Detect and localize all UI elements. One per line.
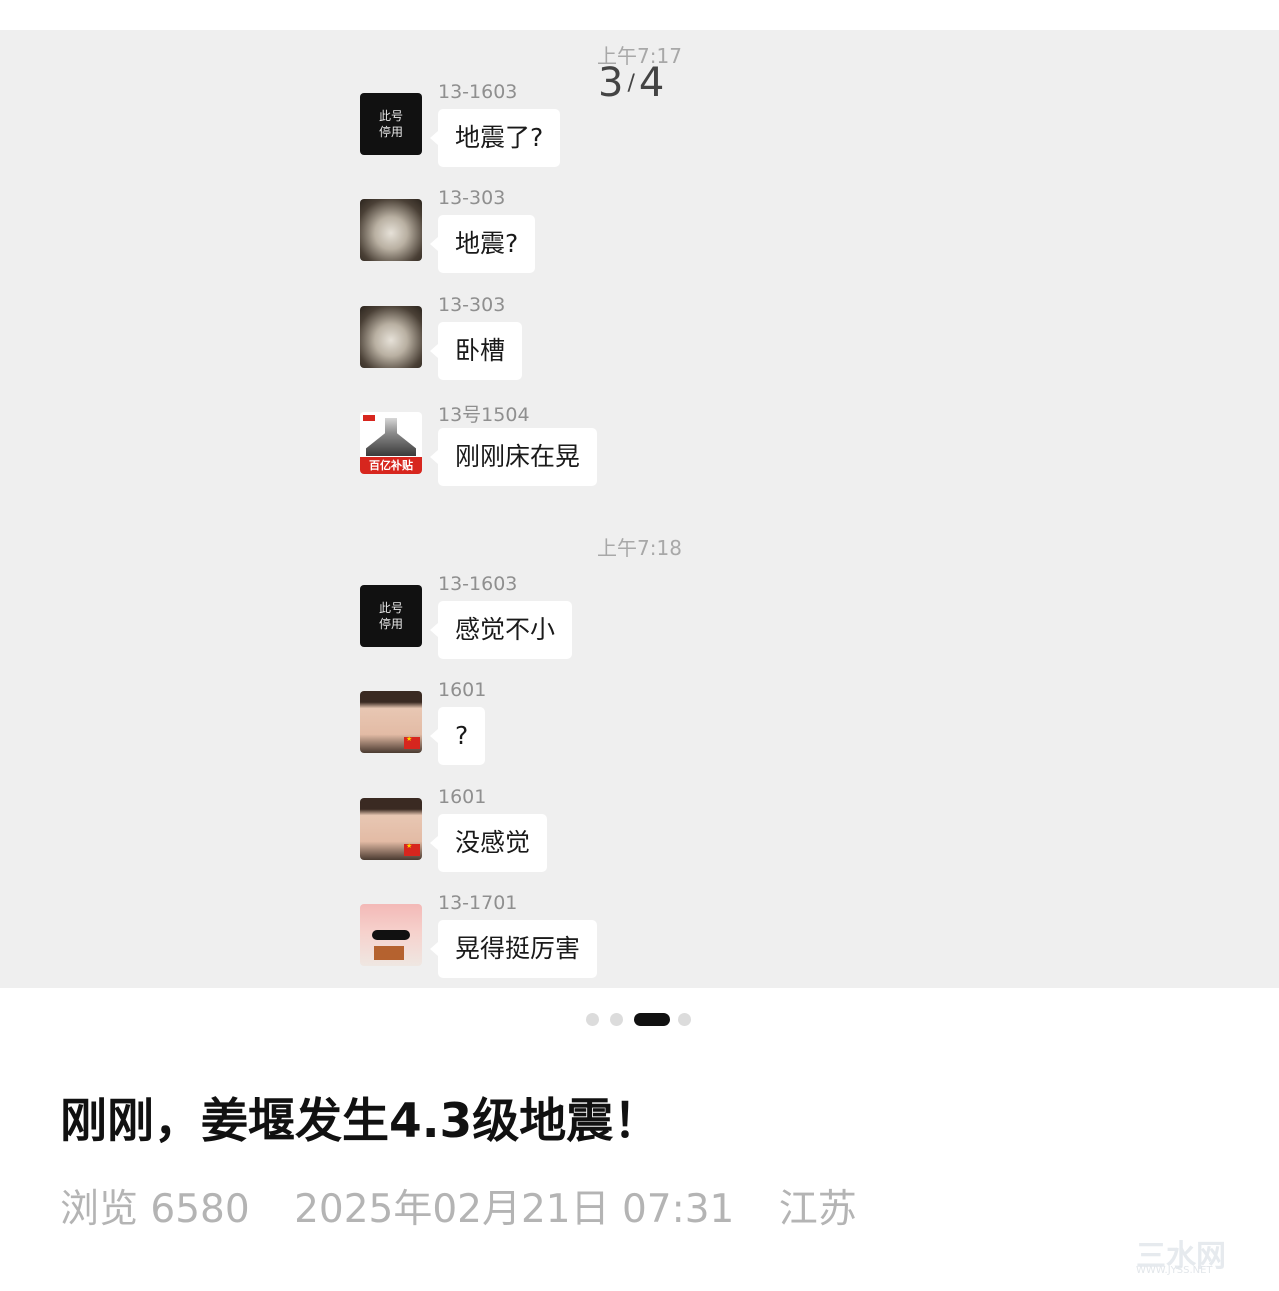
avatar-text: 此号 停用 xyxy=(379,600,403,632)
avatar-text-line: 此号 xyxy=(378,601,403,615)
avatar[interactable] xyxy=(360,306,422,368)
chat-message: 百亿补贴 13号1504 刚刚床在晃 xyxy=(360,404,1060,508)
chat-message: 此号 停用 13-1603 地震了? xyxy=(360,81,1060,189)
sunglasses-icon xyxy=(372,930,410,940)
sign-icon xyxy=(374,946,404,960)
carousel-dot-active[interactable] xyxy=(634,1013,670,1026)
article-meta: 浏览 6580 2025年02月21日 07:31 江苏 xyxy=(60,1178,889,1234)
message-bubble[interactable]: ? xyxy=(429,707,486,765)
avatar[interactable] xyxy=(360,904,422,966)
hood-tag xyxy=(363,415,375,421)
sender-name: 13-303 xyxy=(438,294,506,316)
time-separator: 上午7:18 xyxy=(597,536,682,560)
message-bubble[interactable]: 卧槽 xyxy=(429,322,523,380)
avatar-text: 此号 停用 xyxy=(379,108,403,140)
sender-name: 1601 xyxy=(438,679,487,701)
avatar-text-line: 停用 xyxy=(378,617,403,631)
avatar[interactable]: 百亿补贴 xyxy=(360,412,422,474)
chat-message: 1601 没感觉 xyxy=(360,786,1060,894)
carousel-dot[interactable] xyxy=(678,1013,691,1026)
avatar[interactable]: 此号 停用 xyxy=(360,93,422,155)
avatar-text: 百亿补贴 xyxy=(360,457,422,474)
range-hood-icon xyxy=(366,418,416,456)
carousel-dot[interactable] xyxy=(586,1013,599,1026)
avatar[interactable] xyxy=(360,199,422,261)
sender-name: 13-1603 xyxy=(438,81,518,103)
sender-name: 1601 xyxy=(438,786,487,808)
message-bubble[interactable]: 地震了? xyxy=(429,109,561,167)
location-label: 江苏 xyxy=(778,1187,857,1232)
message-bubble[interactable]: 地震? xyxy=(429,215,536,273)
message-bubble[interactable]: 晃得挺厉害 xyxy=(429,920,598,978)
message-bubble[interactable]: 刚刚床在晃 xyxy=(429,428,598,486)
flag-icon xyxy=(404,735,420,749)
chat-message: 13-1701 晃得挺厉害 xyxy=(360,892,1060,988)
chat-message: 13-303 地震? xyxy=(360,187,1060,295)
chat-screenshot[interactable]: 上午7:17 3/4 此号 停用 13-1603 地震了? 13-303 地震?… xyxy=(0,30,1279,988)
chat-message: 13-303 卧槽 xyxy=(360,294,1060,402)
sender-name: 13号1504 xyxy=(438,404,530,426)
watermark-url: WWW.JYSS.NET xyxy=(1136,1265,1213,1276)
message-bubble[interactable]: 感觉不小 xyxy=(429,601,573,659)
sender-name: 13-1603 xyxy=(438,573,518,595)
avatar-text-line: 此号 xyxy=(378,109,403,123)
sender-name: 13-1701 xyxy=(438,892,518,914)
carousel-dot[interactable] xyxy=(610,1013,623,1026)
avatar[interactable]: 此号 停用 xyxy=(360,585,422,647)
flag-icon xyxy=(404,842,420,856)
top-strip xyxy=(0,0,1279,30)
chat-message: 此号 停用 13-1603 感觉不小 xyxy=(360,573,1060,681)
view-count: 浏览 6580 xyxy=(60,1187,250,1232)
publish-date: 2025年02月21日 07:31 xyxy=(294,1187,735,1232)
message-bubble[interactable]: 没感觉 xyxy=(429,814,548,872)
sender-name: 13-303 xyxy=(438,187,506,209)
avatar-text-line: 停用 xyxy=(378,125,403,139)
article-title: 刚刚，姜堰发生4.3级地震！ xyxy=(60,1094,661,1149)
avatar[interactable] xyxy=(360,798,422,860)
avatar[interactable] xyxy=(360,691,422,753)
carousel-indicator xyxy=(0,1012,1279,1028)
chat-message: 1601 ? xyxy=(360,679,1060,787)
